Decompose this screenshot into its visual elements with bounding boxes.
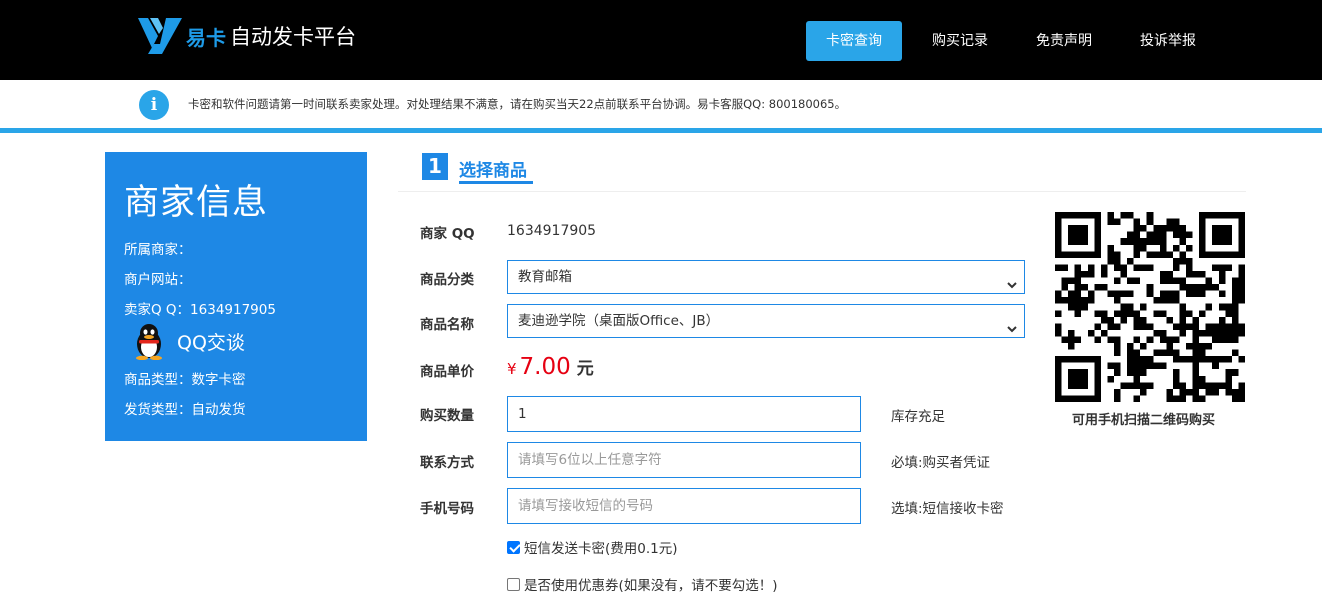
merchant-qq-label: 卖家Q Q： <box>124 302 191 318</box>
product-label: 商品名称 <box>420 317 474 333</box>
delivery-type-label: 发货类型： <box>124 402 192 418</box>
quantity-label: 购买数量 <box>420 408 474 424</box>
sms-checkbox[interactable] <box>507 540 520 554</box>
header-divider <box>0 128 1322 133</box>
price-value: 7.00 <box>519 354 571 380</box>
sms-option[interactable]: 短信发送卡密(费用0.1元) <box>507 537 678 557</box>
product-type-label: 商品类型： <box>124 372 192 388</box>
coupon-option-label: 是否使用优惠券(如果没有，请不要勾选！) <box>524 578 778 594</box>
product-type-value: 数字卡密 <box>191 372 246 388</box>
qq-chat-button[interactable]: QQ交谈 <box>132 322 245 361</box>
delivery-type-value: 自动发货 <box>191 402 246 418</box>
main-nav: 卡密查询 购买记录 免责声明 投诉举报 <box>806 21 1214 61</box>
notice-text: 卡密和软件问题请第一时间联系卖家处理。对处理结果不满意，请在购买当天22点前联系… <box>188 97 847 111</box>
merchant-website: 商户网站： <box>124 268 192 288</box>
sms-option-label: 短信发送卡密(费用0.1元) <box>524 541 678 557</box>
logo-title: 自动发卡平台 <box>230 25 356 49</box>
logo-brand: 易卡 <box>186 25 226 50</box>
merchant-owner: 所属商家： <box>124 238 192 258</box>
stock-status: 库存充足 <box>891 409 945 425</box>
top-header: 易卡 自动发卡平台 卡密查询 购买记录 免责声明 投诉举报 <box>0 0 1322 80</box>
step-number: 1 <box>422 153 448 180</box>
nav-complaint[interactable]: 投诉举报 <box>1122 21 1214 61</box>
logo-y-icon <box>136 14 184 58</box>
info-icon: i <box>139 90 169 120</box>
quantity-input[interactable]: 1 <box>507 396 861 432</box>
merchant-delivery-type: 发货类型：自动发货 <box>124 398 246 418</box>
nav-purchase-history[interactable]: 购买记录 <box>914 21 1006 61</box>
product-select[interactable]: 麦迪逊学院（桌面版Office、JB） <box>507 304 1025 338</box>
currency-symbol: ¥ <box>507 360 517 378</box>
coupon-option[interactable]: 是否使用优惠券(如果没有，请不要勾选！) <box>507 574 778 594</box>
qr-caption: 可用手机扫描二维码购买 <box>1072 413 1216 428</box>
qr-code-image <box>1055 212 1245 402</box>
price-unit: 元 <box>576 359 594 379</box>
price-label: 商品单价 <box>420 364 474 380</box>
category-select[interactable]: 教育邮箱 <box>507 260 1025 294</box>
merchant-owner-label: 所属商家： <box>124 242 192 258</box>
nav-disclaimer[interactable]: 免责声明 <box>1018 21 1110 61</box>
merchant-qq-form-label: 商家 QQ <box>420 226 475 242</box>
step-title: 选择商品 <box>459 161 527 181</box>
step-divider <box>398 191 1246 192</box>
product-selected-value: 麦迪逊学院（桌面版Office、JB） <box>518 313 720 329</box>
qq-penguin-icon <box>132 322 166 361</box>
notice-bar: i 卡密和软件问题请第一时间联系卖家处理。对处理结果不满意，请在购买当天22点前… <box>0 80 1322 128</box>
price-display: ¥ 7.00 元 <box>507 354 594 380</box>
phone-input[interactable]: 请填写接收短信的号码 <box>507 488 861 524</box>
nav-card-query[interactable]: 卡密查询 <box>806 21 902 61</box>
category-selected-value: 教育邮箱 <box>518 269 572 285</box>
step-title-underline <box>459 181 533 184</box>
site-logo[interactable]: 易卡 自动发卡平台 <box>136 14 356 58</box>
merchant-qq-form-value: 1634917905 <box>507 223 597 239</box>
merchant-qq: 卖家Q Q：1634917905 <box>124 298 276 318</box>
contact-input[interactable]: 请填写6位以上任意字符 <box>507 442 861 478</box>
phone-hint: 选填:短信接收卡密 <box>891 501 1004 517</box>
merchant-product-type: 商品类型：数字卡密 <box>124 368 246 388</box>
contact-hint: 必填:购买者凭证 <box>891 455 991 471</box>
merchant-info-panel: 商家信息 所属商家： 商户网站： 卖家Q Q：1634917905 QQ交谈 商… <box>105 152 367 441</box>
contact-label: 联系方式 <box>420 455 474 471</box>
chevron-down-icon <box>1006 315 1018 333</box>
chevron-down-icon <box>1006 271 1018 289</box>
category-label: 商品分类 <box>420 272 474 288</box>
merchant-website-label: 商户网站： <box>124 272 192 288</box>
phone-label: 手机号码 <box>420 501 474 517</box>
qq-chat-label: QQ交谈 <box>177 331 245 354</box>
merchant-qq-value: 1634917905 <box>190 302 276 318</box>
coupon-checkbox[interactable] <box>507 577 520 591</box>
merchant-title: 商家信息 <box>124 183 269 223</box>
